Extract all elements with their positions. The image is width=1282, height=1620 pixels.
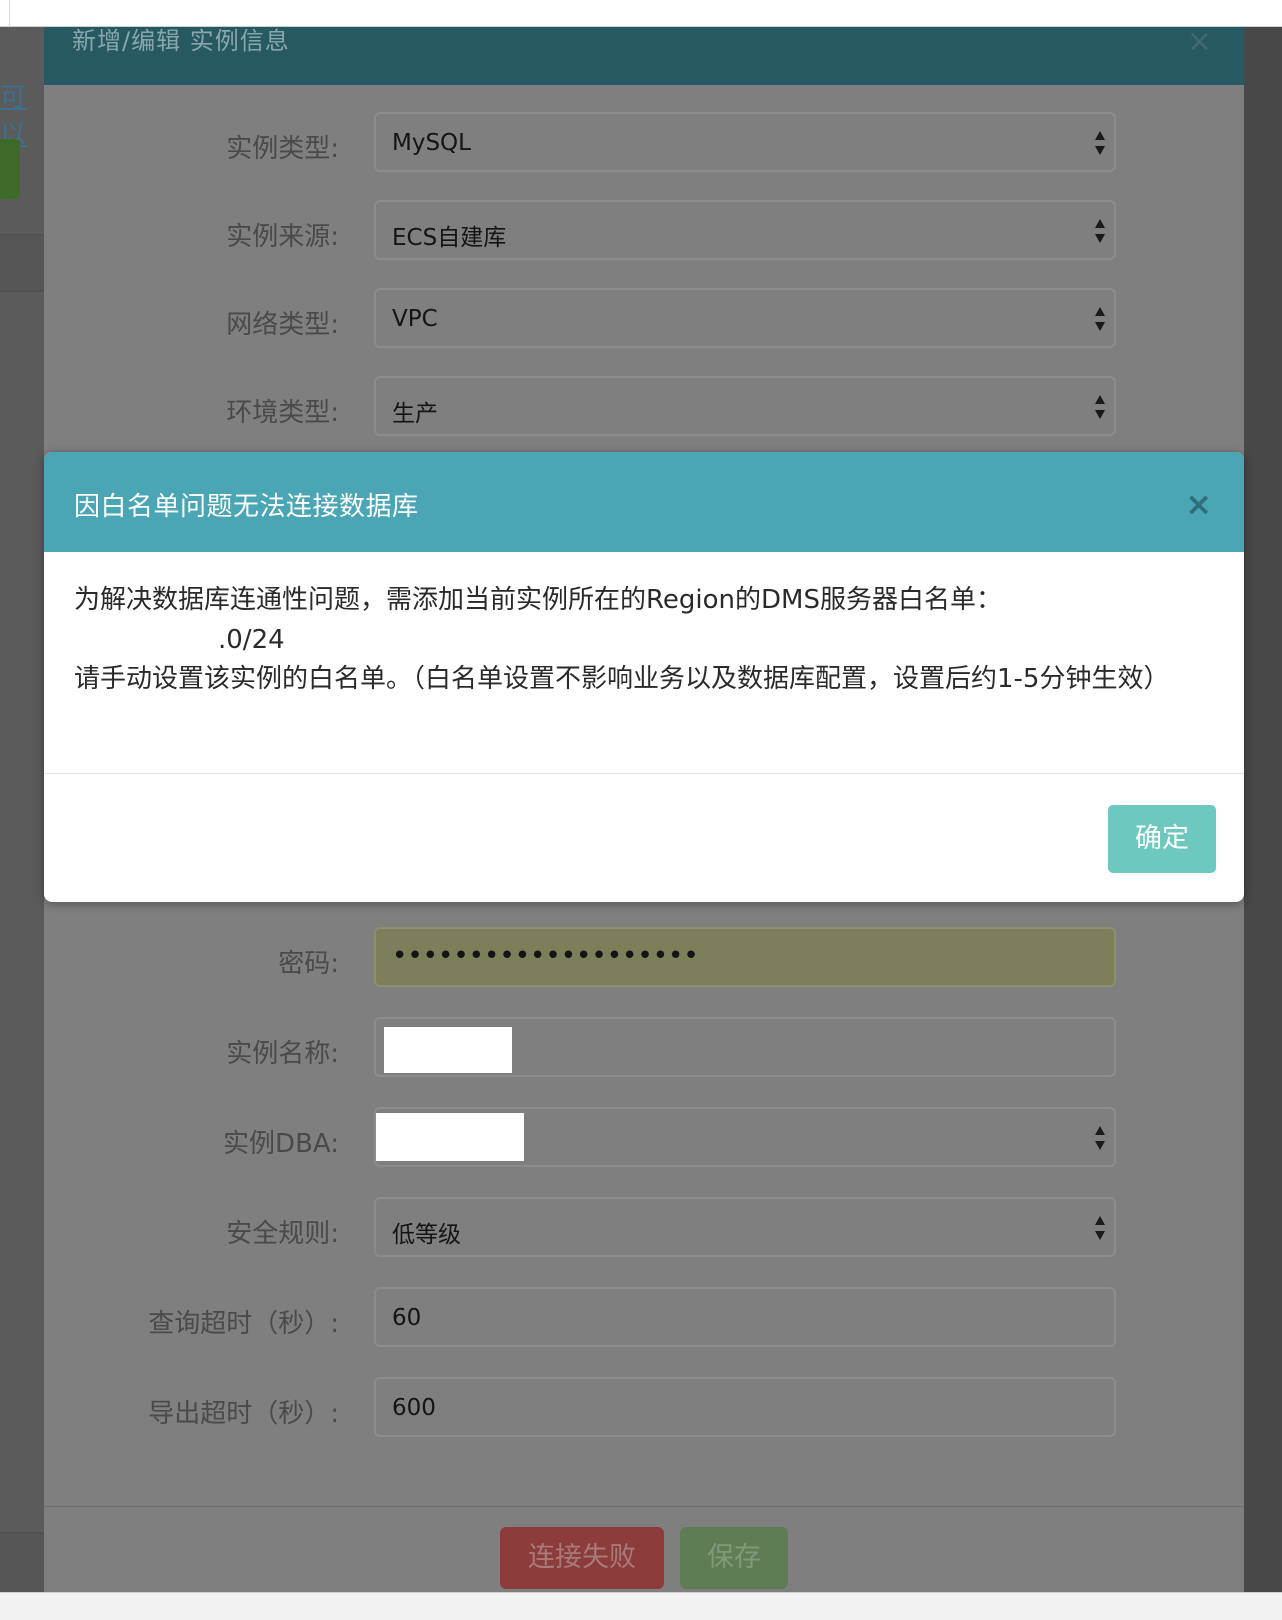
alert-close-icon[interactable]: × [1185,488,1212,520]
select-arrows-icon [1094,1126,1106,1150]
redacted-instance-dba [376,1113,524,1161]
instance-type-select[interactable]: MySQL [374,112,1116,172]
edit-modal-header: 新增/编辑 实例信息 × [44,27,1244,85]
edit-modal-title: 新增/编辑 实例信息 [72,27,290,55]
redacted-instance-name [384,1027,512,1073]
form-row-query-timeout: 查询超时（秒）: 60 [44,1287,1244,1347]
security-rule-select[interactable]: 低等级 [374,1197,1116,1257]
query-timeout-input[interactable]: 60 [374,1287,1116,1347]
connect-failed-button[interactable]: 连接失败 [500,1527,664,1589]
query-timeout-label: 查询超时（秒）: [148,1309,339,1339]
form-row-password: 密码: •••••••••••••••••••• [44,927,1244,987]
alert-title: 因白名单问题无法连接数据库 [74,492,419,522]
form-row-network-type: 网络类型: VPC [44,288,1244,348]
alert-footer-divider [44,773,1244,774]
alert-message: 为解决数据库连通性问题，需添加当前实例所在的Region的DMS服务器白名单： … [74,580,1214,698]
alert-message-line1: 为解决数据库连通性问题，需添加当前实例所在的Region的DMS服务器白名单： [74,585,1002,615]
network-type-value: VPC [392,306,438,332]
instance-source-label: 实例来源: [226,222,339,252]
query-timeout-value: 60 [392,1305,422,1331]
export-timeout-value: 600 [392,1395,436,1421]
instance-name-label: 实例名称: [226,1039,339,1069]
form-row-instance-name: 实例名称: [44,1017,1244,1077]
password-value: •••••••••••••••••••• [392,941,699,971]
export-timeout-label: 导出超时（秒）: [148,1399,339,1429]
background-page: 可以 [0,27,44,1620]
browser-bottom-bar [0,1592,1282,1620]
background-green-button [0,139,20,199]
instance-dba-label: 实例DBA: [223,1129,339,1159]
top-strip-divider [9,0,10,27]
network-type-select[interactable]: VPC [374,288,1116,348]
select-arrows-icon [1094,307,1106,331]
form-row-env-type: 环境类型: 生产 [44,376,1244,436]
env-type-value: 生产 [392,401,438,427]
background-right-strip [1244,27,1282,1592]
edit-modal-footer-divider [44,1506,1244,1507]
instance-dba-select[interactable] [374,1107,1116,1167]
alert-message-line3: 请手动设置该实例的白名单。（白名单设置不影响业务以及数据库配置，设置后约1-5分… [74,664,1170,694]
select-arrows-icon [1094,219,1106,243]
password-label: 密码: [278,949,339,979]
security-rule-value: 低等级 [392,1222,461,1248]
env-type-label: 环境类型: [226,398,339,428]
background-band [0,234,44,292]
form-row-instance-type: 实例类型: MySQL [44,112,1244,172]
export-timeout-input[interactable]: 600 [374,1377,1116,1437]
form-row-instance-dba: 实例DBA: [44,1107,1244,1167]
whitelist-alert-dialog: 因白名单问题无法连接数据库 × 为解决数据库连通性问题，需添加当前实例所在的Re… [44,452,1244,902]
instance-source-value: ECS自建库 [392,225,507,251]
save-button[interactable]: 保存 [680,1527,788,1589]
confirm-button[interactable]: 确定 [1108,805,1216,873]
security-rule-label: 安全规则: [226,1219,339,1249]
select-arrows-icon [1094,395,1106,419]
instance-name-input[interactable] [374,1017,1116,1077]
whitelist-ip-range: .0/24 [218,625,285,655]
instance-type-value: MySQL [392,130,471,156]
network-type-label: 网络类型: [226,310,339,340]
instance-source-select[interactable]: ECS自建库 [374,200,1116,260]
form-row-security-rule: 安全规则: 低等级 [44,1197,1244,1257]
instance-type-label: 实例类型: [226,134,339,164]
form-row-instance-source: 实例来源: ECS自建库 [44,200,1244,260]
form-row-export-timeout: 导出超时（秒）: 600 [44,1377,1244,1437]
password-input[interactable]: •••••••••••••••••••• [374,927,1116,987]
edit-modal-close-icon[interactable]: × [1187,27,1212,57]
alert-header: 因白名单问题无法连接数据库 × [44,452,1244,552]
select-arrows-icon [1094,131,1106,155]
select-arrows-icon [1094,1216,1106,1240]
env-type-select[interactable]: 生产 [374,376,1116,436]
